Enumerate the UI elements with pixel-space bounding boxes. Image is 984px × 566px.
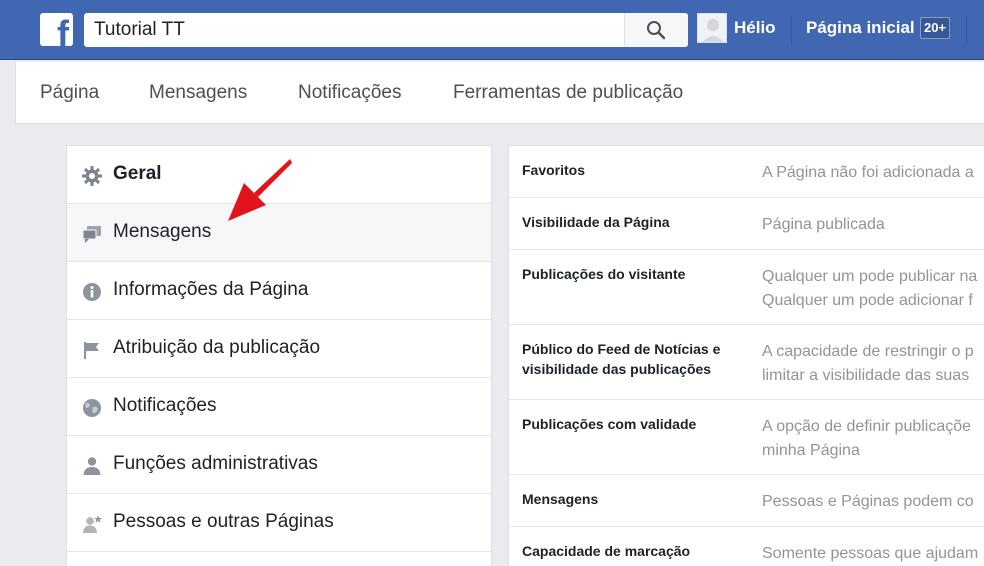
setting-value: A Página não foi adicionada a	[762, 164, 974, 181]
facebook-logo[interactable]: f	[40, 13, 73, 46]
settings-row-expiring-posts[interactable]: Publicações com validade A opção de defi…	[509, 400, 984, 475]
page-nav: Página Mensagens Notificações Ferramenta…	[15, 62, 984, 124]
menu-item-label: Atribuição da publicação	[113, 337, 321, 358]
setting-value: A opção de definir publicaçõe minha Págin…	[762, 418, 972, 459]
notification-count-badge[interactable]: 20+	[920, 17, 951, 39]
annotation-arrow-icon	[228, 159, 292, 221]
setting-value: A capacidade de restringir o p limitar a …	[762, 343, 974, 384]
setting-name: Publicações do visitante	[522, 266, 686, 282]
divider	[791, 16, 792, 44]
home-link[interactable]: Página inicial	[806, 18, 915, 38]
search-icon	[647, 21, 666, 40]
menu-item-people-and-pages[interactable]: Pessoas e outras Páginas	[67, 494, 491, 552]
settings-row-messages[interactable]: Mensagens Pessoas e Páginas podem co	[509, 475, 984, 527]
setting-value: Qualquer um pode publicar na Qualquer um …	[762, 268, 978, 309]
setting-name: Público do Feed de Notícias e visibilida…	[522, 341, 721, 377]
tab-publishing-tools[interactable]: Ferramentas de publicação	[453, 82, 683, 104]
top-bar: f Hélio Página inicial 20+	[0, 0, 984, 60]
menu-item-label: Pessoas e outras Páginas	[113, 511, 334, 532]
menu-item-post-attribution[interactable]: Atribuição da publicação	[67, 320, 491, 378]
profile-silhouette-icon	[698, 14, 726, 42]
globe-icon	[83, 399, 101, 417]
person-icon	[83, 457, 101, 475]
avatar[interactable]	[697, 13, 727, 43]
settings-row-page-visibility[interactable]: Visibilidade da Página Página publicada	[509, 198, 984, 250]
search-input[interactable]	[84, 13, 624, 47]
menu-item-label: Notificações	[113, 395, 217, 416]
divider	[966, 16, 967, 44]
menu-item-label: Mensagens	[113, 221, 212, 242]
search-box	[84, 13, 688, 47]
tab-page[interactable]: Página	[40, 82, 99, 104]
setting-name: Visibilidade da Página	[522, 214, 670, 230]
tab-notifications[interactable]: Notificações	[298, 82, 402, 104]
person-star-icon	[83, 515, 102, 533]
info-icon	[83, 283, 101, 301]
flag-icon	[84, 342, 99, 359]
menu-item-label: Informações da Página	[113, 279, 309, 300]
settings-row-visitor-posts[interactable]: Publicações do visitante Qualquer um pod…	[509, 250, 984, 325]
menu-item-label: Geral	[113, 163, 162, 184]
search-button[interactable]	[624, 13, 688, 47]
setting-name: Mensagens	[522, 491, 599, 507]
menu-item-page-info[interactable]: Informações da Página	[67, 262, 491, 320]
setting-value: Página publicada	[762, 216, 885, 233]
messages-icon	[82, 226, 101, 243]
user-name-link[interactable]: Hélio	[734, 18, 776, 38]
settings-row-news-feed-audience[interactable]: Público do Feed de Notícias e visibilida…	[509, 325, 984, 400]
setting-name: Publicações com validade	[522, 416, 697, 432]
settings-row-favorites[interactable]: Favoritos A Página não foi adicionada a	[509, 146, 984, 198]
setting-name: Capacidade de marcação	[522, 543, 691, 559]
menu-item-admin-roles[interactable]: Funções administrativas	[67, 436, 491, 494]
menu-item-label: Funções administrativas	[113, 453, 318, 474]
menu-item-notifications[interactable]: Notificações	[67, 378, 491, 436]
setting-value: Somente pessoas que ajudam	[762, 545, 979, 562]
setting-name: Favoritos	[522, 162, 586, 178]
settings-row-tagging-ability[interactable]: Capacidade de marcação Somente pessoas q…	[509, 527, 984, 566]
gear-icon	[82, 166, 102, 186]
settings-table: Favoritos A Página não foi adicionada a …	[508, 145, 984, 566]
setting-value: Pessoas e Páginas podem co	[762, 493, 974, 510]
tab-messages[interactable]: Mensagens	[149, 82, 247, 104]
